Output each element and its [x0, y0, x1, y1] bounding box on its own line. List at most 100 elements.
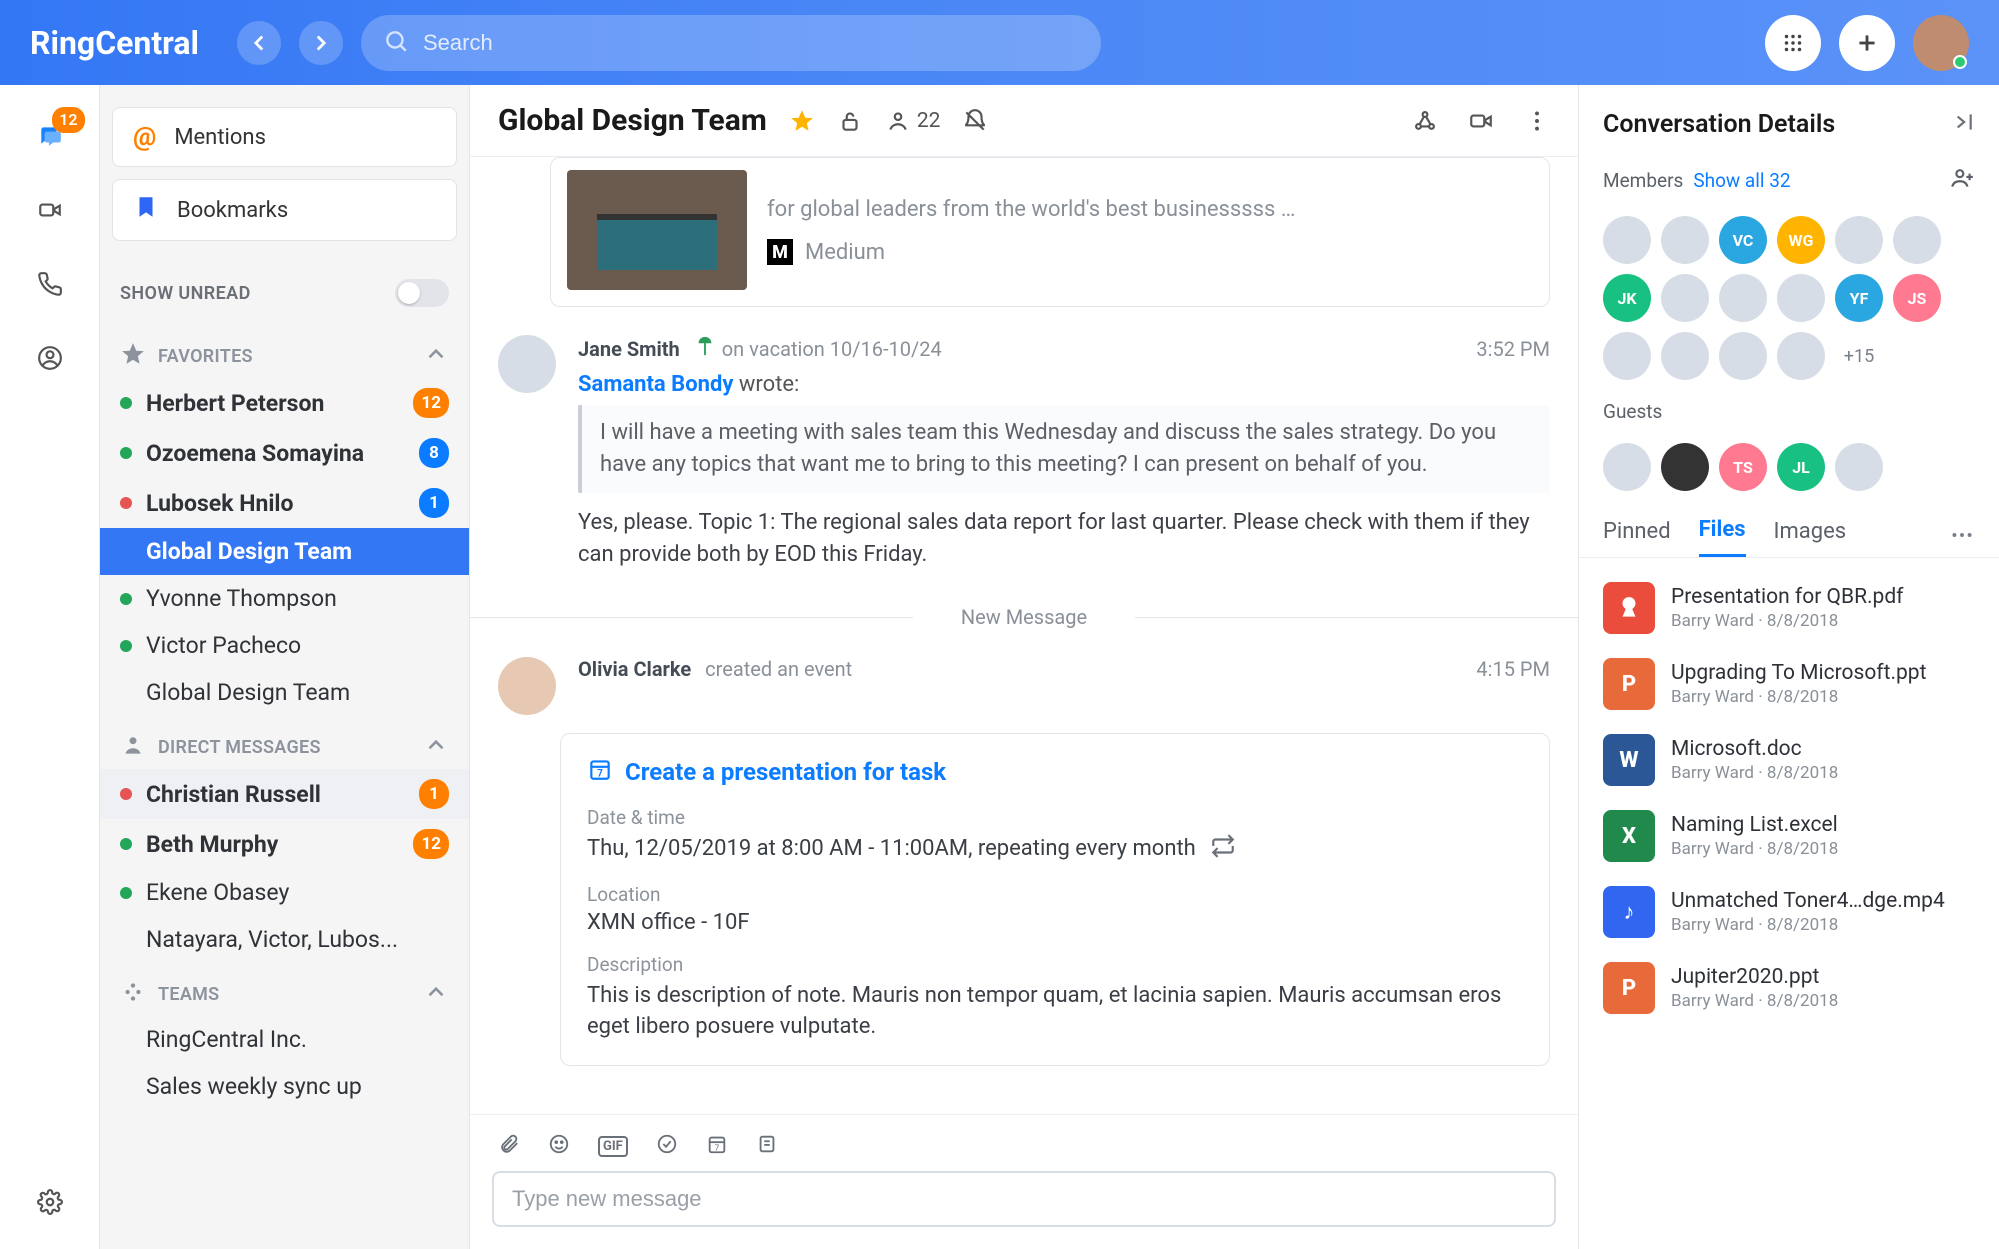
bookmarks-label: Bookmarks	[177, 198, 288, 223]
avatar[interactable]: WG	[1777, 216, 1825, 264]
svg-text:7: 7	[597, 768, 603, 779]
tab-files[interactable]: Files	[1699, 517, 1746, 557]
avatar[interactable]	[1719, 332, 1767, 380]
avatar[interactable]	[1603, 332, 1651, 380]
task-button[interactable]	[656, 1133, 678, 1159]
messages-scroll[interactable]: for global leaders from the world's best…	[470, 157, 1578, 1114]
avatar[interactable]	[1719, 274, 1767, 322]
rail-phone[interactable]	[29, 263, 71, 305]
file-item[interactable]: ♪Unmatched Toner4…dge.mp4Barry Ward · 8/…	[1595, 874, 1983, 950]
chat-item[interactable]: Lubosek Hnilo1	[100, 478, 469, 528]
quote-author[interactable]: Samanta Bondy wrote:	[578, 372, 1550, 397]
file-item[interactable]: PJupiter2020.pptBarry Ward · 8/8/2018	[1595, 950, 1983, 1026]
avatar[interactable]	[1661, 216, 1709, 264]
rail-messages-badge: 12	[52, 107, 84, 133]
gif-button[interactable]: GIF	[598, 1136, 628, 1157]
avatar[interactable]	[1603, 216, 1651, 264]
rail-settings[interactable]	[29, 1181, 71, 1223]
event-card[interactable]: 7 Create a presentation for task Date & …	[560, 733, 1550, 1067]
attach-button[interactable]	[498, 1133, 520, 1159]
members-button[interactable]: 22	[885, 108, 941, 134]
rail-messages[interactable]: 12	[29, 115, 71, 157]
chat-item[interactable]: Victor Pacheco	[100, 622, 469, 669]
avatar[interactable]	[1835, 216, 1883, 264]
search-bar[interactable]	[361, 15, 1101, 71]
avatar[interactable]	[1603, 443, 1651, 491]
nav-back-button[interactable]	[237, 21, 281, 65]
nav-forward-button[interactable]	[299, 21, 343, 65]
avatar[interactable]	[1661, 443, 1709, 491]
show-unread-toggle[interactable]	[395, 279, 449, 307]
chat-item[interactable]: Ekene Obasey	[100, 869, 469, 916]
file-item[interactable]: PUpgrading To Microsoft.pptBarry Ward · …	[1595, 646, 1983, 722]
chat-item-name: Ekene Obasey	[146, 879, 449, 906]
dialpad-button[interactable]	[1765, 15, 1821, 71]
collapse-panel-button[interactable]	[1949, 109, 1975, 139]
file-item[interactable]: Presentation for QBR.pdfBarry Ward · 8/8…	[1595, 570, 1983, 646]
rail-video[interactable]	[29, 189, 71, 231]
avatar[interactable]: YF	[1835, 274, 1883, 322]
create-button[interactable]	[1839, 15, 1895, 71]
avatar[interactable]	[1661, 332, 1709, 380]
avatar[interactable]: VC	[1719, 216, 1767, 264]
file-item[interactable]: WMicrosoft.docBarry Ward · 8/8/2018	[1595, 722, 1983, 798]
teams-header[interactable]: TEAMS	[100, 963, 469, 1016]
chat-item[interactable]: Global Design Team	[100, 669, 469, 716]
mute-button[interactable]	[962, 108, 988, 134]
avatar[interactable]: JS	[1893, 274, 1941, 322]
add-member-button[interactable]	[1949, 165, 1975, 196]
sidebar-bookmarks[interactable]: Bookmarks	[112, 179, 457, 241]
members-overflow-count[interactable]: +15	[1835, 332, 1883, 380]
favorite-button[interactable]	[789, 108, 815, 134]
chat-item[interactable]: RingCentral Inc.	[100, 1016, 469, 1063]
link-preview-card[interactable]: for global leaders from the world's best…	[550, 157, 1550, 307]
chat-item[interactable]: Christian Russell1	[100, 769, 469, 819]
avatar[interactable]: TS	[1719, 443, 1767, 491]
avatar[interactable]: JK	[1603, 274, 1651, 322]
unread-badge: 8	[419, 438, 449, 468]
person-icon	[120, 732, 146, 763]
more-button[interactable]	[1524, 108, 1550, 134]
message-input[interactable]	[492, 1171, 1556, 1227]
lock-icon[interactable]	[837, 108, 863, 134]
chat-item[interactable]: Yvonne Thompson	[100, 575, 469, 622]
chat-item[interactable]: Beth Murphy12	[100, 819, 469, 869]
chat-item[interactable]: Natayara, Victor, Lubos...	[100, 916, 469, 963]
sidebar-mentions[interactable]: @ Mentions	[112, 107, 457, 167]
user-avatar[interactable]	[1913, 15, 1969, 71]
avatar[interactable]	[1777, 274, 1825, 322]
show-unread-label: SHOW UNREAD	[120, 283, 251, 304]
chat-item[interactable]: Ozoemena Somayina8	[100, 428, 469, 478]
file-list: Presentation for QBR.pdfBarry Ward · 8/8…	[1579, 558, 1999, 1038]
file-name: Microsoft.doc	[1671, 737, 1838, 761]
chat-item[interactable]: Herbert Peterson12	[100, 378, 469, 428]
video-call-button[interactable]	[1468, 108, 1494, 134]
ppt-file-icon: P	[1603, 962, 1655, 1014]
show-all-members-link[interactable]: Show all 32	[1693, 169, 1790, 192]
avatar[interactable]	[498, 657, 556, 715]
emoji-button[interactable]	[548, 1133, 570, 1159]
presence-dot	[120, 887, 132, 899]
chat-item[interactable]: Sales weekly sync up	[100, 1063, 469, 1110]
avatar[interactable]	[1661, 274, 1709, 322]
dm-header[interactable]: DIRECT MESSAGES	[100, 716, 469, 769]
search-input[interactable]	[423, 30, 1079, 56]
message-text: Yes, please. Topic 1: The regional sales…	[578, 507, 1550, 571]
file-item[interactable]: XNaming List.excelBarry Ward · 8/8/2018	[1595, 798, 1983, 874]
tab-pinned[interactable]: Pinned	[1603, 519, 1671, 556]
favorites-header[interactable]: FAVORITES	[100, 325, 469, 378]
tab-images[interactable]: Images	[1774, 519, 1847, 556]
chat-item[interactable]: Global Design Team	[100, 528, 469, 575]
avatar[interactable]: JL	[1777, 443, 1825, 491]
file-name: Naming List.excel	[1671, 813, 1838, 837]
tabs-more-button[interactable]	[1949, 522, 1975, 552]
avatar[interactable]	[1835, 443, 1883, 491]
schedule-button[interactable]: 7	[706, 1133, 728, 1159]
presence-indicator	[1953, 55, 1967, 69]
avatar[interactable]	[1893, 216, 1941, 264]
note-button[interactable]	[756, 1133, 778, 1159]
avatar[interactable]	[498, 335, 556, 393]
avatar[interactable]	[1777, 332, 1825, 380]
integrations-button[interactable]	[1412, 108, 1438, 134]
rail-contacts[interactable]	[29, 337, 71, 379]
